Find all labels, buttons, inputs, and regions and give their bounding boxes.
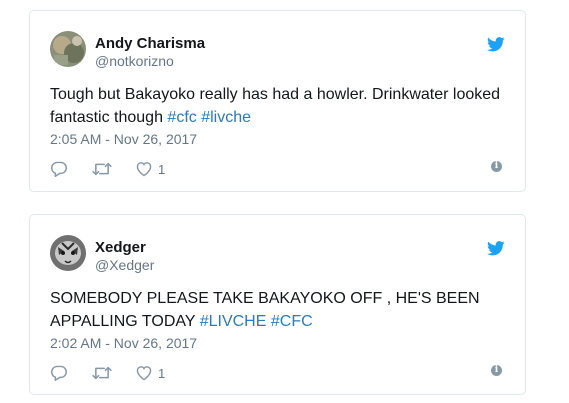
like-count: 1 [158, 365, 166, 381]
tweet-text-body: Tough but Bakayoko really has had a howl… [50, 86, 501, 126]
retweet-icon [92, 162, 112, 176]
info-icon[interactable]: i [491, 365, 502, 376]
timestamp-link[interactable]: 2:05 AM - Nov 26, 2017 [50, 131, 197, 147]
heart-icon [136, 162, 152, 177]
avatar[interactable] [50, 31, 86, 67]
user-handle[interactable]: @Xedger [95, 257, 154, 273]
like-button[interactable]: 1 [135, 363, 165, 383]
twitter-bird-icon[interactable] [487, 37, 505, 53]
hashtag-link[interactable]: #LIVCHE [200, 313, 267, 330]
hashtag-link[interactable]: #livche [201, 109, 251, 126]
twitter-bird-icon[interactable] [487, 241, 505, 257]
tweet-card: Andy Charisma @notkorizno Tough but Baka… [29, 10, 526, 192]
avatar-photo-icon [50, 31, 86, 67]
tweet-card: Xedger @Xedger SOMEBODY PLEASE TAKE BAKA… [29, 214, 526, 395]
retweet-button[interactable] [92, 159, 112, 179]
user-handle[interactable]: @notkorizno [95, 53, 174, 69]
reply-button[interactable] [50, 363, 68, 383]
like-count: 1 [158, 161, 166, 177]
display-name[interactable]: Xedger [95, 239, 146, 256]
heart-icon [136, 366, 152, 381]
timestamp-link[interactable]: 2:02 AM - Nov 26, 2017 [50, 335, 197, 351]
display-name[interactable]: Andy Charisma [95, 35, 205, 52]
avatar-photo-icon [50, 235, 86, 271]
reply-icon [50, 365, 68, 381]
reply-icon [50, 161, 68, 177]
info-icon[interactable]: i [491, 161, 502, 172]
hashtag-link[interactable]: #CFC [271, 313, 313, 330]
reply-button[interactable] [50, 159, 68, 179]
retweet-button[interactable] [92, 363, 112, 383]
retweet-icon [92, 366, 112, 380]
hashtag-link[interactable]: #cfc [167, 109, 196, 126]
like-button[interactable]: 1 [135, 159, 165, 179]
avatar[interactable] [50, 235, 86, 271]
tweet-actions: 1 [50, 159, 510, 179]
tweet-text: Tough but Bakayoko really has had a howl… [50, 83, 520, 129]
tweet-actions: 1 [50, 363, 510, 383]
tweet-text: SOMEBODY PLEASE TAKE BAKAYOKO OFF , HE'S… [50, 287, 520, 333]
